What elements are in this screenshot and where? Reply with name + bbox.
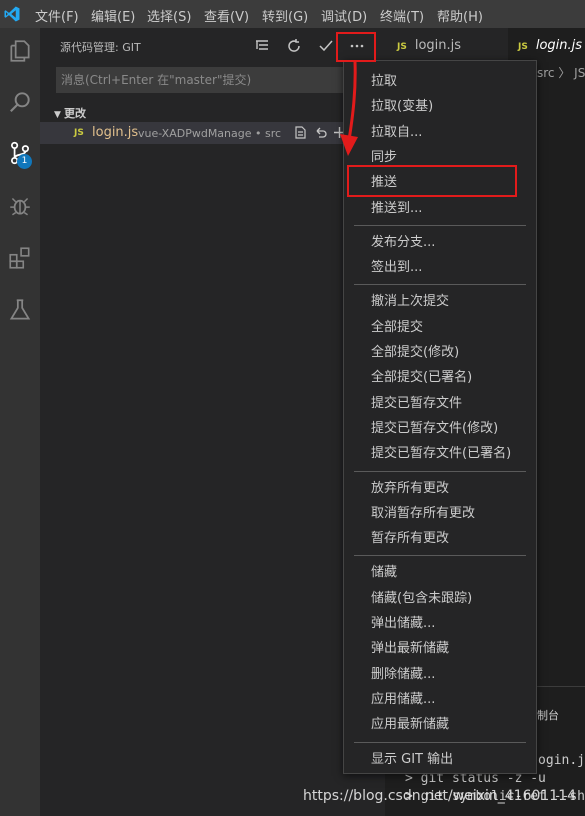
js-file-icon: JS bbox=[397, 42, 407, 52]
tree-view-icon[interactable] bbox=[253, 37, 271, 55]
menu-item-21[interactable]: 弹出最新储藏 bbox=[344, 637, 536, 661]
menu-item-2[interactable]: 拉取自... bbox=[344, 121, 536, 145]
menu-item-23[interactable]: 应用储藏... bbox=[344, 688, 536, 712]
menu-item-1[interactable]: 拉取(变基) bbox=[344, 95, 536, 119]
breadcrumb[interactable]: src 〉 JS bbox=[537, 64, 585, 84]
menu-item-0[interactable]: 拉取 bbox=[344, 70, 536, 94]
scm-sidebar: 源代码管理: GIT ▼更改 JS login.js vue-XADPwdMan… bbox=[40, 28, 385, 816]
tab-login-js[interactable]: JS login.js bbox=[397, 28, 461, 63]
menu-item-24[interactable]: 应用最新储藏 bbox=[344, 713, 536, 737]
file-name: login.js bbox=[92, 125, 139, 140]
menu-item-11[interactable]: 全部提交(已署名) bbox=[344, 366, 536, 390]
test-flask-icon[interactable] bbox=[5, 295, 35, 325]
menu-separator bbox=[354, 741, 526, 743]
debug-icon[interactable] bbox=[5, 190, 35, 220]
menu-item-22[interactable]: 删除储藏... bbox=[344, 663, 536, 687]
menu-item-5[interactable]: 推送到... bbox=[344, 197, 536, 221]
explorer-icon[interactable] bbox=[5, 36, 35, 66]
annotation-box-more-actions bbox=[336, 32, 376, 62]
file-path: vue-XADPwdManage • src bbox=[138, 127, 282, 140]
menu-separator bbox=[354, 470, 526, 472]
menu-item-14[interactable]: 提交已暂存文件(已署名) bbox=[344, 442, 536, 466]
menu-edit[interactable]: 编辑(E) bbox=[91, 6, 135, 25]
menu-file[interactable]: 文件(F) bbox=[35, 6, 79, 25]
menu-terminal[interactable]: 终端(T) bbox=[380, 6, 424, 25]
menu-separator bbox=[354, 284, 526, 286]
commit-check-icon[interactable] bbox=[317, 37, 335, 55]
menu-go[interactable]: 转到(G) bbox=[262, 6, 308, 25]
menu-item-9[interactable]: 全部提交 bbox=[344, 316, 536, 340]
menu-separator bbox=[354, 555, 526, 557]
menu-item-17[interactable]: 暂存所有更改 bbox=[344, 527, 536, 551]
changes-label: 更改 bbox=[64, 107, 86, 120]
menu-separator bbox=[354, 224, 526, 226]
tab-label: login.js ( bbox=[535, 38, 585, 53]
annotation-arrow-icon bbox=[340, 61, 358, 156]
commit-message-input[interactable] bbox=[57, 68, 355, 92]
menu-help[interactable]: 帮助(H) bbox=[437, 6, 483, 25]
menu-item-25[interactable]: 显示 GIT 输出 bbox=[344, 748, 536, 772]
menu-item-19[interactable]: 储藏(包含未跟踪) bbox=[344, 587, 536, 611]
menu-item-10[interactable]: 全部提交(修改) bbox=[344, 341, 536, 365]
annotation-box-push bbox=[347, 165, 517, 197]
vscode-logo-icon bbox=[4, 6, 20, 22]
menu-view[interactable]: 查看(V) bbox=[204, 6, 249, 25]
extensions-icon[interactable] bbox=[5, 243, 35, 273]
changes-group[interactable]: ▼ 更改 bbox=[54, 105, 86, 121]
menu-item-16[interactable]: 取消暂存所有更改 bbox=[344, 502, 536, 526]
menu-item-7[interactable]: 签出到... bbox=[344, 256, 536, 280]
menu-item-8[interactable]: 撤消上次提交 bbox=[344, 290, 536, 314]
menu-item-6[interactable]: 发布分支... bbox=[344, 231, 536, 255]
menu-bar: 文件(F) 编辑(E) 选择(S) 查看(V) 转到(G) 调试(D) 终端(T… bbox=[0, 0, 585, 28]
open-file-icon[interactable] bbox=[293, 125, 308, 140]
js-file-icon: JS bbox=[518, 42, 528, 52]
commit-message-box[interactable] bbox=[56, 67, 356, 93]
search-icon[interactable] bbox=[5, 87, 35, 117]
refresh-icon[interactable] bbox=[285, 37, 303, 55]
menu-debug[interactable]: 调试(D) bbox=[321, 6, 367, 25]
scm-count-badge: 1 bbox=[17, 154, 32, 169]
menu-item-18[interactable]: 储藏 bbox=[344, 561, 536, 585]
chevron-down-icon: ▼ bbox=[54, 110, 61, 120]
watermark: https://blog.csdn.net/weixin_41601114 bbox=[303, 788, 577, 804]
tab-login-js-diff[interactable]: JS login.js ( bbox=[508, 28, 585, 63]
menu-item-12[interactable]: 提交已暂存文件 bbox=[344, 392, 536, 416]
activity-bar: 1 bbox=[0, 28, 40, 816]
sidebar-title: 源代码管理: GIT bbox=[60, 41, 141, 54]
menu-item-15[interactable]: 放弃所有更改 bbox=[344, 477, 536, 501]
discard-changes-icon[interactable] bbox=[313, 125, 328, 140]
js-file-icon: JS bbox=[74, 128, 84, 138]
menu-selection[interactable]: 选择(S) bbox=[147, 6, 191, 25]
menu-item-13[interactable]: 提交已暂存文件(修改) bbox=[344, 417, 536, 441]
menu-item-20[interactable]: 弹出储藏... bbox=[344, 612, 536, 636]
tab-label: login.js bbox=[414, 38, 462, 53]
editor-tabs: JS login.js JS login.js ( bbox=[385, 28, 585, 63]
changed-file-row[interactable]: JS login.js vue-XADPwdManage • src bbox=[40, 122, 385, 144]
